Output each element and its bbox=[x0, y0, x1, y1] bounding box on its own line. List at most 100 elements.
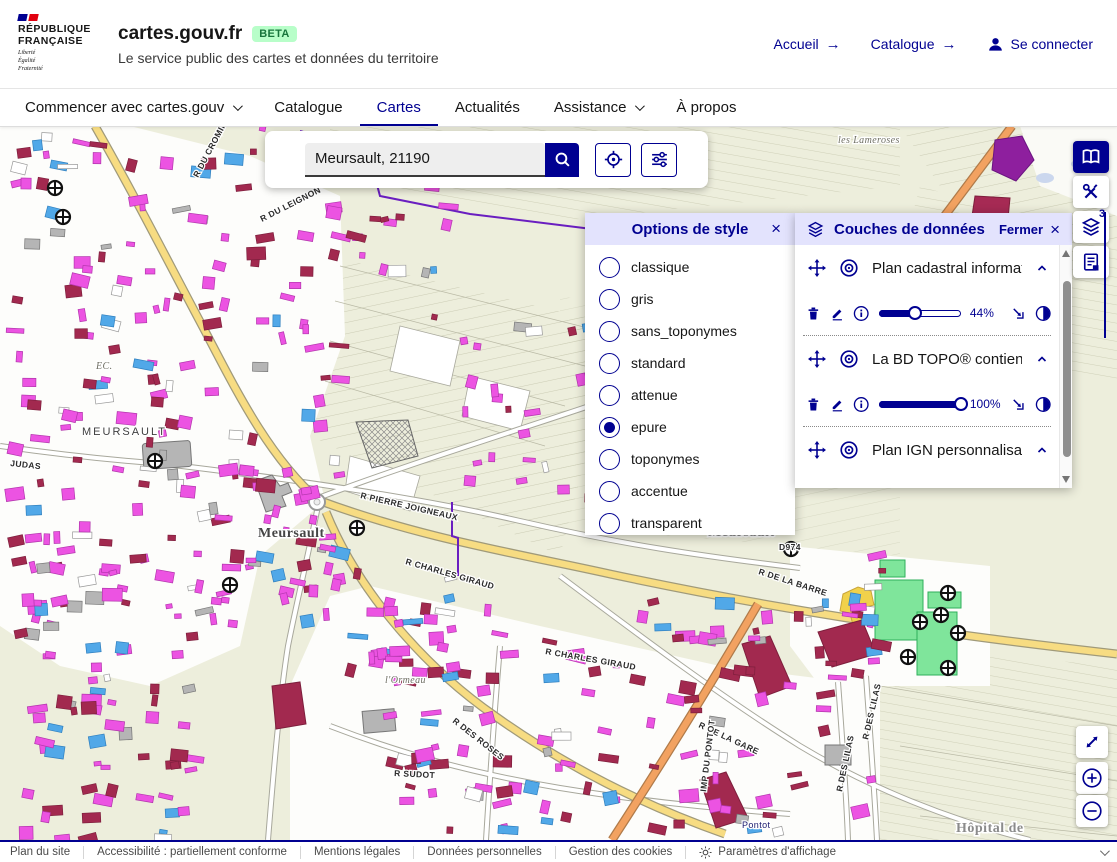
opacity-slider[interactable] bbox=[879, 306, 961, 320]
nav-commencer[interactable]: Commencer avec cartes.gouv bbox=[8, 88, 257, 126]
edit-icon[interactable] bbox=[830, 305, 845, 322]
geodetic-point-icon bbox=[350, 521, 364, 535]
style-option-gris[interactable]: gris bbox=[585, 283, 795, 315]
contrast-icon[interactable] bbox=[1035, 304, 1051, 323]
account-icon bbox=[987, 36, 1004, 53]
link-catalogue[interactable]: Catalogue→ bbox=[871, 36, 957, 53]
locate-button[interactable] bbox=[595, 143, 631, 177]
geodetic-point-icon bbox=[56, 210, 70, 224]
geodetic-point-icon bbox=[913, 615, 927, 629]
zoom-in-button[interactable] bbox=[1076, 762, 1108, 794]
layer-name[interactable]: La BD TOPO® contient … bbox=[872, 351, 1022, 368]
style-panel-title: Options de style bbox=[632, 221, 749, 238]
style-option-classique[interactable]: classique bbox=[585, 251, 795, 283]
delete-icon[interactable] bbox=[806, 396, 821, 413]
layer-name[interactable]: Plan IGN personnalisab… bbox=[872, 442, 1022, 459]
footer-accessibilite[interactable]: Accessibilité : partiellement conforme bbox=[97, 846, 287, 858]
footer-collapse-chevron-icon[interactable] bbox=[1100, 846, 1110, 856]
visibility-icon[interactable] bbox=[839, 440, 859, 460]
move-icon[interactable] bbox=[808, 350, 826, 368]
link-accueil[interactable]: Accueil→ bbox=[774, 36, 841, 53]
nav-actualites[interactable]: Actualités bbox=[438, 88, 537, 126]
layer-name[interactable]: Plan cadastral informat… bbox=[872, 260, 1022, 277]
nav-catalogue[interactable]: Catalogue bbox=[257, 88, 359, 126]
layer-count-badge: 3 bbox=[1099, 208, 1105, 220]
geodetic-point-icon bbox=[48, 181, 62, 195]
map-label: D974 bbox=[779, 542, 801, 552]
tools-icon bbox=[1081, 182, 1101, 202]
geodetic-point-icon bbox=[901, 650, 915, 664]
search-input[interactable] bbox=[305, 143, 545, 177]
zoom-out-button[interactable] bbox=[1076, 795, 1108, 827]
opacity-slider[interactable] bbox=[879, 397, 961, 411]
nav-assistance[interactable]: Assistance bbox=[537, 88, 660, 126]
info-icon[interactable] bbox=[853, 395, 869, 414]
edit-icon[interactable] bbox=[830, 396, 845, 413]
french-flag-icon bbox=[18, 14, 96, 21]
nav-cartes[interactable]: Cartes bbox=[360, 88, 438, 126]
divider bbox=[555, 846, 556, 859]
style-option-attenue[interactable]: attenue bbox=[585, 379, 795, 411]
site-title[interactable]: cartes.gouv.fr bbox=[118, 23, 242, 45]
minus-circle-icon bbox=[1081, 800, 1103, 822]
style-option-transparent[interactable]: transparent bbox=[585, 507, 795, 539]
sliders-icon bbox=[650, 150, 669, 169]
divider bbox=[83, 846, 84, 859]
visibility-icon[interactable] bbox=[839, 349, 859, 369]
contrast-icon[interactable] bbox=[1035, 395, 1051, 414]
info-icon[interactable] bbox=[853, 304, 869, 323]
scrollbar-thumb[interactable] bbox=[1063, 281, 1071, 457]
visibility-icon[interactable] bbox=[839, 258, 859, 278]
footer-parametres-affichage[interactable]: Paramètres d'affichage bbox=[699, 846, 836, 859]
opacity-value: 100% bbox=[970, 397, 1002, 411]
expand-icon bbox=[1083, 733, 1101, 751]
zoom-to-extent-icon[interactable] bbox=[1011, 396, 1026, 413]
scroll-down-arrow-icon[interactable] bbox=[1062, 476, 1070, 483]
main-nav: Commencer avec cartes.gouv Catalogue Car… bbox=[0, 88, 1117, 126]
radio-icon bbox=[599, 417, 620, 438]
map-label: MEURSAULT bbox=[82, 426, 167, 438]
style-option-sans-toponymes[interactable]: sans_toponymes bbox=[585, 315, 795, 347]
style-option-toponymes[interactable]: toponymes bbox=[585, 443, 795, 475]
close-icon[interactable]: × bbox=[771, 220, 781, 237]
layers-panel-title: Couches de données bbox=[834, 221, 985, 238]
republic-title: RÉPUBLIQUE FRANÇAISE bbox=[18, 24, 96, 47]
style-option-epure[interactable]: epure bbox=[585, 411, 795, 443]
move-icon[interactable] bbox=[808, 259, 826, 277]
search-button[interactable] bbox=[545, 143, 579, 177]
nav-a-propos[interactable]: À propos bbox=[659, 88, 753, 126]
footer-donnees-personnelles[interactable]: Données personnelles bbox=[427, 846, 541, 858]
map-label: l'Ormeau bbox=[385, 675, 426, 686]
panel-scrollbar[interactable] bbox=[1059, 245, 1072, 488]
tools-button[interactable] bbox=[1073, 176, 1109, 208]
search-filters-button[interactable] bbox=[641, 143, 677, 177]
map-label: EC. bbox=[95, 361, 112, 372]
data-layers-panel: Couches de données Fermer × Plan cadastr… bbox=[795, 213, 1072, 488]
active-tool-indicator bbox=[1104, 212, 1106, 338]
scroll-up-arrow-icon[interactable] bbox=[1062, 250, 1070, 257]
style-option-standard[interactable]: standard bbox=[585, 347, 795, 379]
footer-mentions-legales[interactable]: Mentions légales bbox=[314, 846, 400, 858]
search-icon bbox=[554, 151, 571, 168]
geodetic-point-icon bbox=[941, 586, 955, 600]
chevron-up-icon[interactable] bbox=[1035, 352, 1049, 366]
style-option-accentue[interactable]: accentue bbox=[585, 475, 795, 507]
chevron-up-icon[interactable] bbox=[1035, 443, 1049, 457]
close-icon: × bbox=[1050, 221, 1060, 238]
footer-plan-du-site[interactable]: Plan du site bbox=[10, 846, 70, 858]
geodetic-point-icon bbox=[951, 626, 965, 640]
radio-icon bbox=[599, 353, 620, 374]
fullscreen-button[interactable] bbox=[1076, 726, 1108, 758]
link-se-connecter[interactable]: Se connecter bbox=[987, 36, 1094, 53]
layers-icon bbox=[1081, 217, 1101, 237]
brand-block: cartes.gouv.fr BETA Le service public de… bbox=[118, 23, 439, 66]
atlas-button[interactable] bbox=[1073, 141, 1109, 173]
move-icon[interactable] bbox=[808, 441, 826, 459]
footer-gestion-cookies[interactable]: Gestion des cookies bbox=[569, 846, 673, 858]
zoom-to-extent-icon[interactable] bbox=[1011, 305, 1026, 322]
delete-icon[interactable] bbox=[806, 305, 821, 322]
site-tagline: Le service public des cartes et données … bbox=[118, 50, 439, 66]
site-footer: Plan du site Accessibilité : partielleme… bbox=[0, 840, 1117, 862]
chevron-up-icon[interactable] bbox=[1035, 261, 1049, 275]
close-panel-button[interactable]: Fermer × bbox=[999, 221, 1060, 238]
